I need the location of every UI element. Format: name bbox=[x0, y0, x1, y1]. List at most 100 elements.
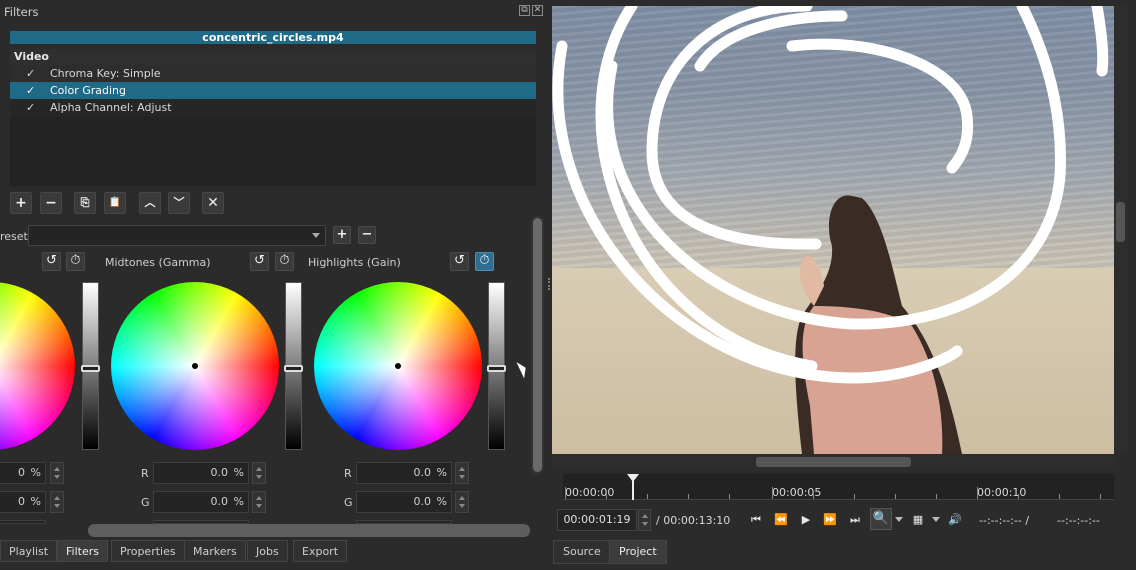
midtones-r-field[interactable]: 0.0% bbox=[153, 462, 249, 484]
horizontal-scrollbar[interactable] bbox=[88, 524, 530, 537]
scrollbar-thumb[interactable] bbox=[533, 218, 542, 472]
shadows-r-field[interactable]: 0% bbox=[0, 462, 46, 484]
spin-buttons[interactable] bbox=[455, 462, 469, 484]
value: 0.0 bbox=[210, 466, 229, 479]
timecode-spin-buttons[interactable] bbox=[638, 509, 651, 531]
paste-filter-button[interactable]: 📋 bbox=[104, 192, 126, 214]
add-preset-button[interactable]: + bbox=[333, 226, 351, 244]
reset-icon[interactable]: ↺ bbox=[250, 252, 269, 271]
ruler-tick bbox=[813, 494, 814, 499]
move-up-button[interactable]: ︿ bbox=[139, 192, 161, 214]
tab-markers[interactable]: Markers bbox=[184, 540, 246, 562]
play-button[interactable]: ▶ bbox=[796, 511, 816, 529]
ruler-tick bbox=[688, 494, 689, 499]
panel-splitter[interactable] bbox=[548, 278, 550, 290]
spin-buttons[interactable] bbox=[252, 491, 266, 513]
checkbox[interactable]: ✓ bbox=[26, 99, 35, 116]
reset-icon[interactable]: ↺ bbox=[450, 252, 469, 271]
unit: % bbox=[233, 495, 244, 508]
keyframe-icon[interactable]: ⏱ bbox=[475, 252, 494, 271]
slider-handle[interactable] bbox=[487, 365, 506, 372]
unit: % bbox=[436, 495, 447, 508]
vertical-scrollbar[interactable] bbox=[531, 216, 544, 474]
chevron-down-icon[interactable] bbox=[895, 517, 903, 522]
filter-name: Chroma Key: Simple bbox=[50, 67, 161, 80]
tab-properties[interactable]: Properties bbox=[111, 540, 185, 562]
highlights-g-field[interactable]: 0.0% bbox=[356, 491, 452, 513]
unit: % bbox=[233, 466, 244, 479]
preset-combo[interactable] bbox=[28, 225, 326, 246]
tab-export[interactable]: Export bbox=[293, 540, 348, 562]
scrollbar-thumb[interactable] bbox=[1116, 202, 1125, 242]
shadows-g-field[interactable]: 0% bbox=[0, 491, 46, 513]
deselect-filter-button[interactable]: ✕ bbox=[202, 192, 224, 214]
ruler-tick bbox=[1100, 494, 1101, 499]
skip-to-end-button[interactable]: ⏭ bbox=[845, 511, 865, 529]
add-filter-button[interactable]: + bbox=[10, 192, 32, 214]
highlights-r-field[interactable]: 0.0% bbox=[356, 462, 452, 484]
filter-row-color-grading[interactable]: ✓ Color Grading bbox=[10, 82, 536, 99]
slider-handle[interactable] bbox=[284, 365, 303, 372]
spin-buttons[interactable] bbox=[50, 491, 64, 513]
viewer-horizontal-scrollbar[interactable] bbox=[552, 455, 1114, 469]
tab-source[interactable]: Source bbox=[553, 540, 611, 564]
chevron-down-icon[interactable] bbox=[932, 517, 940, 522]
ruler-tick bbox=[729, 494, 730, 499]
midtones-color-wheel[interactable] bbox=[111, 282, 279, 450]
highlights-level-slider[interactable] bbox=[487, 282, 506, 450]
filter-row-alpha-channel[interactable]: ✓ Alpha Channel: Adjust bbox=[10, 99, 536, 116]
shadows-color-wheel[interactable] bbox=[0, 282, 75, 450]
timeline-ruler[interactable]: 00:00:00 00:00:05 00:00:10 bbox=[563, 474, 1114, 500]
float-icon[interactable]: ⧉ bbox=[519, 5, 530, 16]
zoom-button[interactable]: 🔍 bbox=[870, 508, 892, 530]
close-icon[interactable]: ✕ bbox=[532, 5, 543, 16]
wheel-center-dot[interactable] bbox=[192, 363, 198, 369]
value: 0.0 bbox=[210, 495, 229, 508]
out-point-timecode: --:--:--:-- bbox=[1057, 514, 1100, 527]
checkbox[interactable]: ✓ bbox=[26, 82, 35, 99]
grid-button[interactable]: ▦ bbox=[908, 511, 928, 529]
midtones-g-field[interactable]: 0.0% bbox=[153, 491, 249, 513]
unit: % bbox=[436, 466, 447, 479]
copy-filter-button[interactable]: ⎘ bbox=[74, 192, 96, 214]
remove-preset-button[interactable]: − bbox=[358, 226, 376, 244]
highlights-color-wheel[interactable] bbox=[314, 282, 482, 450]
skip-to-start-button[interactable]: ⏮ bbox=[746, 511, 766, 529]
checkbox[interactable]: ✓ bbox=[26, 65, 35, 82]
total-duration: / 00:00:13:10 bbox=[656, 514, 731, 527]
video-viewer[interactable] bbox=[552, 6, 1114, 454]
tab-jobs[interactable]: Jobs bbox=[247, 540, 288, 562]
scrollbar-thumb[interactable] bbox=[756, 457, 911, 467]
playhead[interactable] bbox=[627, 474, 639, 500]
slider-handle[interactable] bbox=[81, 365, 100, 372]
value: 0.0 bbox=[413, 495, 432, 508]
keyframe-icon[interactable]: ⏱ bbox=[275, 252, 294, 271]
keyframe-icon[interactable]: ⏱ bbox=[66, 252, 85, 271]
volume-button[interactable]: 🔊 bbox=[945, 511, 965, 529]
tab-filters[interactable]: Filters bbox=[57, 540, 108, 562]
spin-buttons[interactable] bbox=[252, 462, 266, 484]
tab-playlist[interactable]: Playlist bbox=[0, 540, 58, 562]
rewind-button[interactable]: ⏪ bbox=[771, 511, 791, 529]
wheel-center-dot[interactable] bbox=[395, 363, 401, 369]
g-label: G bbox=[344, 496, 353, 509]
shadows-b-field[interactable] bbox=[0, 520, 46, 524]
current-timecode-field[interactable]: 00:00:01:19 bbox=[557, 509, 637, 531]
dock-title: Filters bbox=[4, 5, 39, 19]
r-label: R bbox=[141, 467, 149, 480]
spin-buttons[interactable] bbox=[455, 491, 469, 513]
midtones-level-slider[interactable] bbox=[284, 282, 303, 450]
tab-project[interactable]: Project bbox=[609, 540, 667, 564]
remove-filter-button[interactable]: − bbox=[40, 192, 62, 214]
ruler-tick bbox=[1018, 494, 1019, 499]
fast-forward-button[interactable]: ⏩ bbox=[820, 511, 840, 529]
r-label: R bbox=[344, 467, 352, 480]
filter-row-chroma-key[interactable]: ✓ Chroma Key: Simple bbox=[10, 65, 536, 82]
in-point-timecode: --:--:--:-- / bbox=[979, 514, 1030, 527]
move-down-button[interactable]: ﹀ bbox=[168, 192, 190, 214]
spin-buttons[interactable] bbox=[50, 462, 64, 484]
reset-icon[interactable]: ↺ bbox=[42, 252, 61, 271]
shadows-level-slider[interactable] bbox=[81, 282, 100, 450]
filters-dock: Filters ⧉ ✕ concentric_circles.mp4 Video… bbox=[0, 0, 549, 570]
viewer-vertical-scrollbar[interactable] bbox=[1114, 6, 1128, 454]
